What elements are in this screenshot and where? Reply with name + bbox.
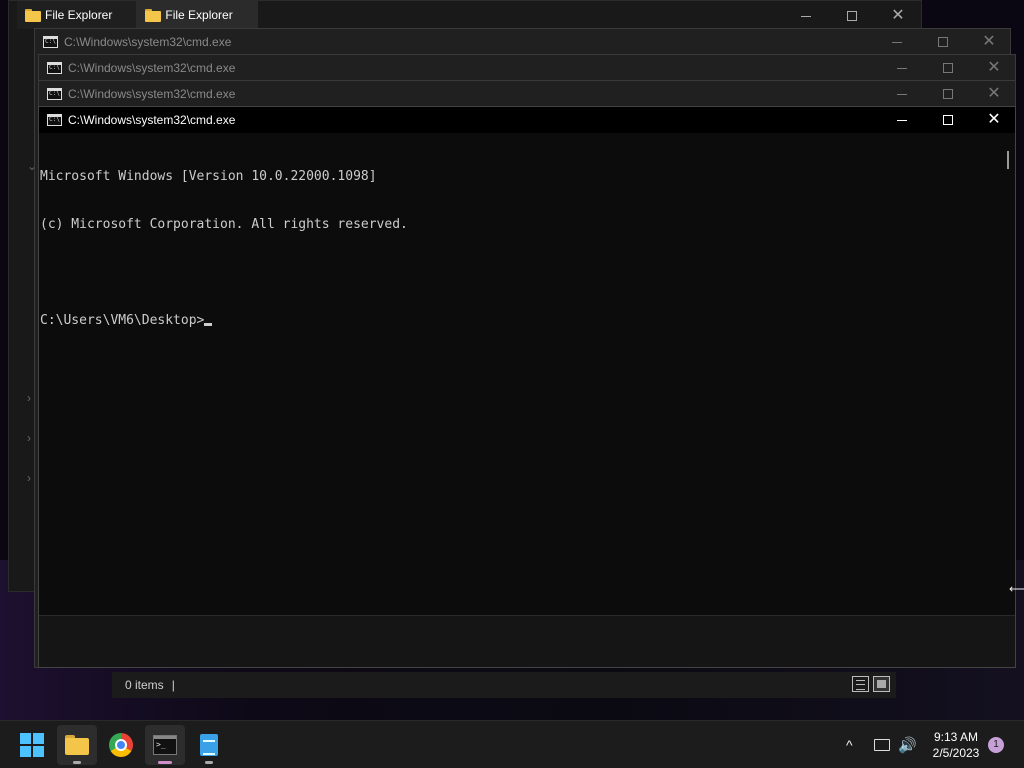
minimize-icon — [897, 119, 907, 121]
minimize-icon — [897, 93, 907, 95]
taskbar-command-prompt[interactable] — [145, 725, 185, 765]
cmd-icon — [47, 114, 62, 126]
cmd-icon — [47, 62, 62, 74]
taskbar-chrome[interactable] — [101, 725, 141, 765]
folder-icon — [65, 735, 89, 755]
status-separator: | — [171, 678, 175, 692]
maximize-button[interactable] — [925, 107, 971, 133]
fe-close-button[interactable]: ✕ — [875, 3, 921, 29]
notification-badge[interactable]: 1 — [988, 737, 1004, 753]
close-icon: ✕ — [987, 111, 1001, 128]
chevron-right-icon[interactable]: › — [27, 391, 31, 405]
titlebar[interactable]: C:\Windows\system32\cmd.exe — [39, 81, 1015, 107]
file-explorer-tabs: File Explorer File Explorer — [17, 1, 258, 29]
fe-minimize-button[interactable] — [783, 3, 829, 29]
tab-file-explorer-1[interactable]: File Explorer — [17, 1, 138, 29]
minimize-icon — [801, 15, 811, 17]
vertical-scrollbar[interactable] — [1007, 151, 1009, 169]
console-output[interactable]: Microsoft Windows [Version 10.0.22000.10… — [39, 133, 1005, 615]
network-icon — [874, 739, 890, 751]
chevron-right-icon[interactable]: › — [27, 431, 31, 445]
taskbar: ^ 🔊 9:13 AM 2/5/2023 1 — [0, 720, 1024, 768]
maximize-icon — [943, 89, 953, 99]
tab-label: File Explorer — [165, 8, 233, 22]
maximize-button[interactable] — [925, 81, 971, 107]
window-title: C:\Windows\system32\cmd.exe — [68, 87, 236, 101]
close-button[interactable]: ✕ — [971, 55, 1017, 81]
notepad-icon — [200, 734, 218, 756]
volume-icon: 🔊 — [898, 737, 917, 754]
console-prompt-line[interactable]: C:\Users\VM6\Desktop> — [40, 313, 1005, 329]
chrome-icon — [109, 733, 133, 757]
close-button[interactable]: ✕ — [971, 81, 1017, 107]
start-button[interactable] — [12, 725, 52, 765]
tiles-view-button[interactable] — [873, 676, 890, 692]
taskbar-notepad[interactable] — [189, 725, 229, 765]
volume-button[interactable]: 🔊 — [898, 721, 917, 768]
minimize-icon — [892, 41, 902, 43]
maximize-button[interactable] — [925, 55, 971, 81]
view-buttons — [852, 676, 890, 692]
titlebar[interactable]: C:\Windows\system32\cmd.exe — [39, 55, 1015, 81]
details-view-button[interactable] — [852, 676, 869, 692]
minimize-button[interactable] — [874, 29, 920, 55]
file-explorer-status-bar: 0 items | — [112, 672, 896, 698]
clock-time: 9:13 AM — [933, 730, 979, 744]
close-icon: ✕ — [987, 59, 1001, 76]
folder-icon — [25, 8, 41, 22]
tab-label: File Explorer — [45, 8, 113, 22]
fe-maximize-button[interactable] — [829, 3, 875, 29]
maximize-icon — [847, 11, 857, 21]
resize-cursor-icon: ⟵ — [1009, 582, 1024, 596]
close-icon: ✕ — [987, 85, 1001, 102]
console-line: Microsoft Windows [Version 10.0.22000.10… — [40, 169, 377, 184]
items-count: 0 items — [125, 678, 164, 692]
maximize-icon — [943, 115, 953, 125]
focused-indicator — [158, 761, 172, 764]
titlebar[interactable]: C:\Windows\system32\cmd.exe — [35, 29, 1010, 55]
text-cursor — [204, 323, 213, 326]
titlebar[interactable]: C:\Windows\system32\cmd.exe — [39, 107, 1015, 133]
window-title: C:\Windows\system32\cmd.exe — [68, 113, 236, 127]
clock[interactable]: 9:13 AM 2/5/2023 — [924, 729, 988, 761]
terminal-icon — [153, 735, 177, 755]
chevron-right-icon[interactable]: › — [27, 471, 31, 485]
maximize-button[interactable] — [920, 29, 966, 55]
minimize-button[interactable] — [879, 107, 925, 133]
console-line: (c) Microsoft Corporation. All rights re… — [40, 217, 408, 232]
console-prompt: C:\Users\VM6\Desktop> — [40, 313, 205, 328]
running-indicator — [73, 761, 81, 764]
minimize-icon — [897, 67, 907, 69]
folder-icon — [145, 8, 162, 22]
minimize-button[interactable] — [879, 81, 925, 107]
tab-file-explorer-2[interactable]: File Explorer — [137, 1, 258, 29]
maximize-icon — [943, 63, 953, 73]
show-hidden-icons-button[interactable]: ^ — [846, 721, 853, 768]
windows-logo-icon — [20, 733, 44, 757]
network-button[interactable] — [874, 721, 890, 768]
maximize-icon — [938, 37, 948, 47]
running-indicator — [205, 761, 213, 764]
cmd-icon — [47, 88, 62, 100]
window-title: C:\Windows\system32\cmd.exe — [64, 35, 232, 49]
chevron-up-icon: ^ — [846, 737, 853, 753]
close-button[interactable]: ✕ — [971, 107, 1017, 133]
console-footer — [39, 615, 1015, 667]
clock-date: 2/5/2023 — [932, 746, 980, 760]
minimize-button[interactable] — [879, 55, 925, 81]
close-icon: ✕ — [982, 33, 996, 50]
close-icon: ✕ — [891, 7, 905, 24]
close-button[interactable]: ✕ — [966, 29, 1012, 55]
cmd-window-active[interactable]: C:\Windows\system32\cmd.exe ✕ Microsoft … — [38, 106, 1016, 668]
window-title: C:\Windows\system32\cmd.exe — [68, 61, 236, 75]
taskbar-file-explorer[interactable] — [57, 725, 97, 765]
cmd-icon — [43, 36, 58, 48]
